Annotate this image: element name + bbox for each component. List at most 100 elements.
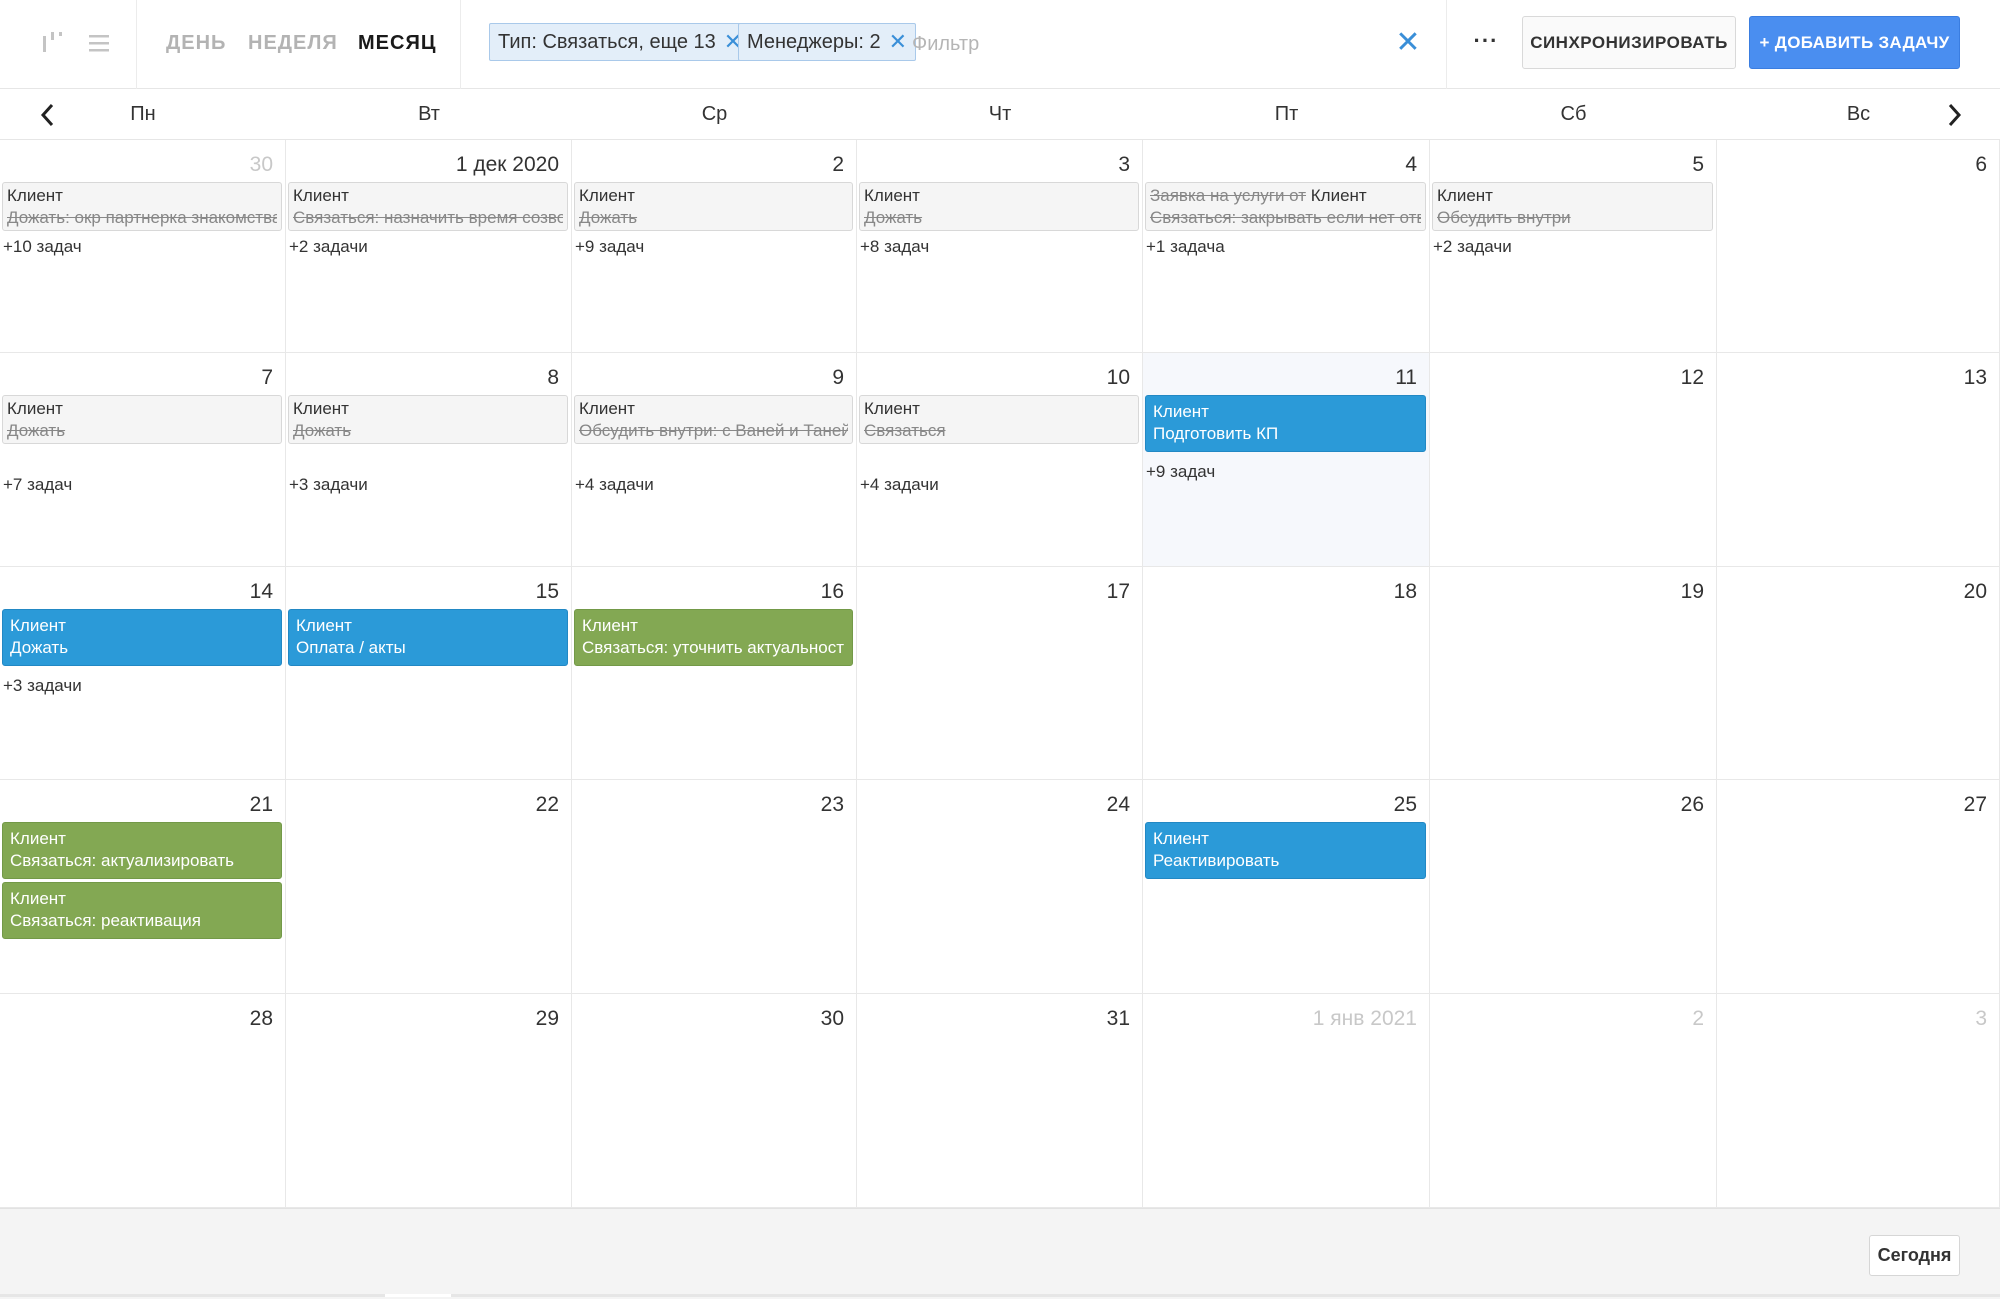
remove-chip-icon[interactable]: ✕ [889, 31, 907, 53]
weekday-label: Пт [1274, 103, 1299, 125]
list-view-icon[interactable] [82, 26, 116, 60]
day-cell[interactable]: 30 [572, 994, 857, 1208]
day-cell[interactable]: 6 [1717, 140, 2000, 353]
day-cell[interactable]: 22 [286, 780, 572, 994]
day-cell[interactable]: 2 [1430, 994, 1717, 1208]
task-title: Дожать [10, 638, 69, 657]
day-cell[interactable]: 15 Клиент Оплата / акты [286, 567, 572, 780]
day-cell[interactable]: 25 Клиент Реактивировать [1143, 780, 1430, 994]
more-tasks-link[interactable]: +9 задач [1146, 462, 1215, 482]
more-tasks-link[interactable]: +4 задачи [575, 475, 654, 495]
day-cell[interactable]: 16 Клиент Связаться: уточнить актуальность [572, 567, 857, 780]
more-tasks-link[interactable]: +1 задача [1146, 237, 1225, 257]
task-card[interactable]: Клиент Подготовить КП [1145, 395, 1426, 452]
task-client: Клиент [10, 829, 66, 848]
filter-chip-label: Тип: Связаться, еще 13 [498, 30, 716, 53]
task-card[interactable]: Клиент Связаться: актуализировать [2, 822, 282, 879]
task-card[interactable]: Клиент Дожать [2, 395, 282, 444]
footer: Сегодня [0, 1208, 2000, 1299]
task-title: Связаться: закрывать если нет ответа [1150, 208, 1421, 227]
day-cell[interactable]: 14 Клиент Дожать +3 задачи [0, 567, 286, 780]
task-card[interactable]: Клиент Дожать [288, 395, 568, 444]
day-cell[interactable]: 1 дек 2020 Клиент Связаться: назначить вре… [286, 140, 572, 353]
task-card[interactable]: Клиент Дожать [859, 182, 1139, 231]
more-tasks-link[interactable]: +9 задач [575, 237, 644, 257]
toolbar-separator [136, 0, 137, 89]
task-client: Клиент [1153, 402, 1209, 421]
more-options-button[interactable]: ··· [1470, 27, 1502, 59]
day-cell[interactable]: 29 [286, 994, 572, 1208]
task-card[interactable]: Клиент Оплата / акты [288, 609, 568, 666]
weekday-label: Пн [130, 103, 156, 125]
day-cell[interactable]: 9 Клиент Обсудить внутри: с Ваней и Таней … [572, 353, 857, 567]
weekday-label: Вт [418, 103, 440, 125]
task-card[interactable]: Клиент Обсудить внутри: с Ваней и Таней К [574, 395, 853, 444]
timeline-view-icon[interactable] [36, 26, 70, 60]
day-cell[interactable]: 3 Клиент Дожать +8 задач [857, 140, 1143, 353]
day-cell[interactable]: 28 [0, 994, 286, 1208]
tab-day[interactable]: ДЕНЬ [166, 26, 226, 60]
day-cell[interactable]: 31 [857, 994, 1143, 1208]
sync-button[interactable]: СИНХРОНИЗИРОВАТЬ [1522, 16, 1736, 69]
day-cell[interactable]: 18 [1143, 567, 1430, 780]
day-number: 13 [1963, 366, 1987, 389]
day-number: 23 [820, 793, 844, 816]
task-card[interactable]: Клиент Реактивировать [1145, 822, 1426, 879]
filter-input[interactable] [912, 26, 1372, 62]
day-number: 26 [1680, 793, 1704, 816]
task-title: Дожать [293, 421, 352, 440]
task-client: Клиент [296, 616, 352, 635]
day-cell[interactable]: 4 Заявка на услуги от Клиент Связаться: за… [1143, 140, 1430, 353]
day-number: 14 [249, 580, 273, 603]
task-card[interactable]: Клиент Связаться [859, 395, 1139, 444]
more-tasks-link[interactable]: +7 задач [3, 475, 72, 495]
day-cell[interactable]: 12 [1430, 353, 1717, 567]
day-number: 28 [249, 1007, 273, 1030]
day-cell[interactable]: 7 Клиент Дожать +7 задач [0, 353, 286, 567]
day-cell[interactable]: 11 Клиент Подготовить КП +9 задач [1143, 353, 1430, 567]
task-card[interactable]: Клиент Связаться: реактивация [2, 882, 282, 939]
clear-filters-icon[interactable]: ✕ [1392, 27, 1424, 59]
day-cell[interactable]: 1 янв 2021 [1143, 994, 1430, 1208]
task-card[interactable]: Клиент Дожать [2, 609, 282, 666]
task-card[interactable]: Клиент Связаться: назначить время созвона [288, 182, 568, 231]
more-tasks-link[interactable]: +4 задачи [860, 475, 939, 495]
day-cell[interactable]: 17 [857, 567, 1143, 780]
task-title: Подготовить КП [1153, 424, 1279, 443]
more-tasks-link[interactable]: +10 задач [3, 237, 82, 257]
task-card[interactable]: Клиент Дожать: окр партнерка знакомства [2, 182, 282, 231]
task-title: Оплата / акты [296, 638, 406, 657]
more-tasks-link[interactable]: +2 задачи [1433, 237, 1512, 257]
day-cell[interactable]: 20 [1717, 567, 2000, 780]
day-cell[interactable]: 27 [1717, 780, 2000, 994]
more-tasks-link[interactable]: +3 задачи [289, 475, 368, 495]
day-cell[interactable]: 2 Клиент Дожать +9 задач [572, 140, 857, 353]
task-card[interactable]: Клиент Связаться: уточнить актуальность [574, 609, 853, 666]
tab-week[interactable]: НЕДЕЛЯ [248, 26, 338, 60]
task-card[interactable]: Клиент Дожать [574, 182, 853, 231]
day-cell[interactable]: 24 [857, 780, 1143, 994]
day-cell[interactable]: 26 [1430, 780, 1717, 994]
day-cell[interactable]: 8 Клиент Дожать +3 задачи [286, 353, 572, 567]
add-task-button[interactable]: + ДОБАВИТЬ ЗАДАЧУ [1749, 16, 1960, 69]
task-title: Связаться [864, 421, 946, 440]
more-tasks-link[interactable]: +3 задачи [3, 676, 82, 696]
day-cell[interactable]: 10 Клиент Связаться +4 задачи [857, 353, 1143, 567]
day-cell[interactable]: 5 Клиент Обсудить внутри +2 задачи [1430, 140, 1717, 353]
day-cell[interactable]: 30 Клиент Дожать: окр партнерка знакомства… [0, 140, 286, 353]
toolbar-separator [460, 0, 461, 89]
scrollbar-thumb[interactable] [385, 1294, 451, 1297]
day-cell[interactable]: 3 [1717, 994, 2000, 1208]
weekday-header: Пн Вт Ср Чт Пт Сб Вс [0, 89, 2000, 140]
more-tasks-link[interactable]: +8 задач [860, 237, 929, 257]
tab-month[interactable]: МЕСЯЦ [358, 26, 436, 60]
more-tasks-link[interactable]: +2 задачи [289, 237, 368, 257]
month-grid: 30 Клиент Дожать: окр партнерка знакомства… [0, 140, 2000, 1208]
day-cell[interactable]: 13 [1717, 353, 2000, 567]
day-cell[interactable]: 23 [572, 780, 857, 994]
task-card[interactable]: Клиент Обсудить внутри [1432, 182, 1713, 231]
day-cell[interactable]: 21 Клиент Связаться: актуализировать Клиент… [0, 780, 286, 994]
day-cell[interactable]: 19 [1430, 567, 1717, 780]
task-card[interactable]: Заявка на услуги от Клиент Связаться: зак… [1145, 182, 1426, 231]
today-button[interactable]: Сегодня [1869, 1235, 1960, 1276]
